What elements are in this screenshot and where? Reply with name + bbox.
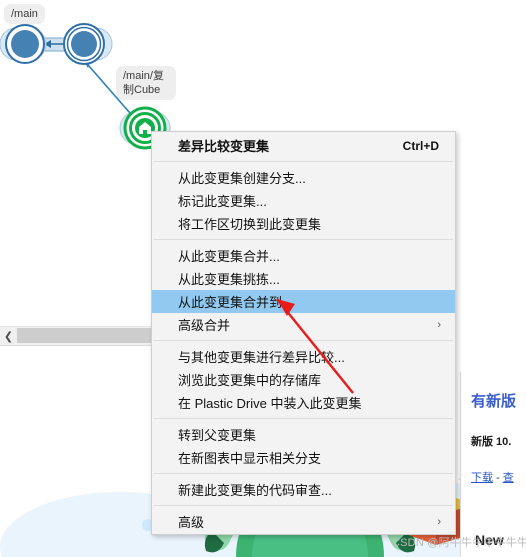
menu-item-label: 高级 <box>178 515 205 530</box>
update-links: 下载 - 查 <box>471 469 526 485</box>
menu-item-label: 从此变更集挑拣... <box>178 272 280 287</box>
menu-separator <box>154 418 453 419</box>
menu-item[interactable]: 与其他变更集进行差异比较... <box>152 345 455 368</box>
menu-item-label: 在 Plastic Drive 中装入此变更集 <box>178 396 362 411</box>
menu-item[interactable]: 在 Plastic Drive 中装入此变更集 <box>152 391 455 414</box>
chevron-right-icon: › <box>437 515 441 528</box>
update-notification-panel: 有新版 新版 10. 下载 - 查 New <box>460 372 526 557</box>
menu-item[interactable]: 从此变更集创建分支... <box>152 166 455 189</box>
menu-item[interactable]: 转到父变更集 <box>152 423 455 446</box>
menu-item-label: 在新图表中显示相关分支 <box>178 451 322 466</box>
menu-item-label: 高级合并 <box>178 318 231 333</box>
chevron-right-icon: › <box>437 318 441 331</box>
menu-item[interactable]: 从此变更集合并... <box>152 244 455 267</box>
menu-separator <box>154 473 453 474</box>
menu-item-label: 从此变更集合并到... <box>178 295 293 310</box>
download-link[interactable]: 下载 <box>471 472 493 484</box>
menu-item[interactable]: 标记此变更集... <box>152 189 455 212</box>
menu-item[interactable]: 从此变更集挑拣... <box>152 267 455 290</box>
menu-item-label: 差异比较变更集 <box>178 139 270 154</box>
menu-separator <box>154 161 453 162</box>
menu-item-label: 转到父变更集 <box>178 428 257 443</box>
update-version: 新版 10. <box>471 436 512 448</box>
csdn-watermark: CSDN @阿牛牛牛牛牛牛牛啊 <box>392 537 526 549</box>
menu-item[interactable]: 在新图表中显示相关分支 <box>152 446 455 469</box>
menu-item[interactable]: 高级 › <box>152 510 455 533</box>
menu-separator <box>154 505 453 506</box>
menu-separator <box>154 340 453 341</box>
menu-item[interactable]: 新建此变更集的代码审查... <box>152 478 455 501</box>
menu-item-label: 新建此变更集的代码审查... <box>178 483 332 498</box>
menu-item[interactable]: 高级合并 › <box>152 313 455 336</box>
changeset-context-menu[interactable]: 差异比较变更集 Ctrl+D 从此变更集创建分支... 标记此变更集... 将工作区切换… <box>151 131 456 535</box>
menu-item-label: 浏览此变更集中的存储库 <box>178 373 322 388</box>
menu-item[interactable]: 将工作区切换到此变更集 <box>152 212 455 235</box>
menu-item[interactable]: 浏览此变更集中的存储库 <box>152 368 455 391</box>
menu-item-label: 标记此变更集... <box>178 194 267 209</box>
menu-item-label: 从此变更集合并... <box>178 249 280 264</box>
update-title: 有新版 <box>471 393 517 410</box>
menu-item-shortcut: Ctrl+D <box>402 138 439 153</box>
link-separator: - <box>493 472 503 484</box>
chevron-left-icon[interactable]: ❮ <box>0 327 17 345</box>
menu-item[interactable]: 从此变更集合并到... <box>152 290 455 313</box>
menu-item-label: 将工作区切换到此变更集 <box>178 217 322 232</box>
view-details-link[interactable]: 查 <box>503 472 514 484</box>
menu-item-label: 与其他变更集进行差异比较... <box>178 350 345 365</box>
menu-item[interactable]: 差异比较变更集 Ctrl+D <box>152 134 455 157</box>
menu-separator <box>154 239 453 240</box>
menu-item-label: 从此变更集创建分支... <box>178 171 306 186</box>
